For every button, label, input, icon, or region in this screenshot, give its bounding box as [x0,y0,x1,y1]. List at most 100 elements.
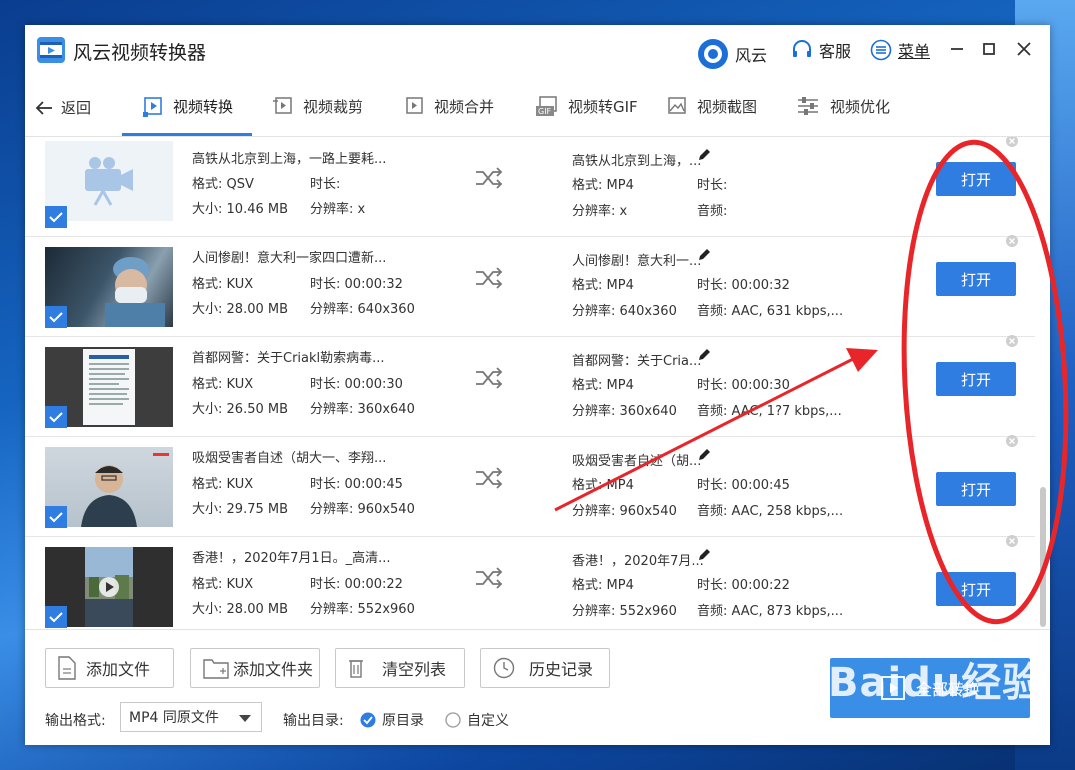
open-button[interactable]: 打开 [936,472,1016,506]
video-crop-icon [273,97,292,114]
remove-item-icon[interactable] [1006,335,1018,347]
chevron-down-icon [239,715,251,722]
open-button[interactable]: 打开 [936,572,1016,606]
output-resolution: 分辨率: x [572,204,628,219]
service-button[interactable]: 客服 [791,38,851,62]
title-bar: 风云视频转换器 风云 客服 菜单 [25,25,1050,75]
tab-label: 视频优化 [830,97,891,116]
output-audio: 音频: AAC, 631 kbps,... [697,304,844,319]
source-duration: 时长: [310,177,341,192]
dir-custom-radio[interactable]: 自定义 [445,710,509,730]
source-duration: 时长: 00:00:22 [310,577,403,592]
file-row: 首都网警：关于Criakl勒索病毒... 格式: KUX 时长: 00:00:3… [25,335,1035,437]
output-duration: 时长: 00:00:30 [697,378,790,393]
output-format: 格式: MP4 [572,578,634,593]
tab-video-crop[interactable]: 视频裁剪 [273,95,363,117]
output-duration: 时长: 00:00:45 [697,478,790,493]
app-title: 风云视频转换器 [73,42,207,64]
output-format: 格式: MP4 [572,378,634,393]
output-file-name: 香港！，2020年7月... [572,554,704,569]
maximize-icon[interactable] [977,37,1001,61]
checkbox-checked-icon[interactable] [45,606,67,628]
close-window-icon[interactable] [1012,37,1036,61]
source-duration: 时长: 00:00:30 [310,377,403,392]
source-file-name: 首都网警：关于Criakl勒索病毒... [192,351,385,366]
output-resolution: 分辨率: 360x640 [572,404,677,419]
brand-logo-icon [698,39,728,69]
minimize-icon[interactable] [945,37,969,61]
output-format: 格式: MP4 [572,178,634,193]
remove-item-icon[interactable] [1006,137,1018,147]
source-format: 格式: QSV [192,177,254,192]
remove-item-icon[interactable] [1006,235,1018,247]
edit-name-icon[interactable] [697,348,711,362]
open-button[interactable]: 打开 [936,162,1016,196]
tab-label: 视频合并 [434,97,495,116]
output-resolution: 分辨率: 640x360 [572,304,677,319]
checkbox-checked-icon[interactable] [45,206,67,228]
shuffle-convert-icon [476,167,503,189]
radio-unchecked-icon [445,712,461,728]
checkbox-checked-icon[interactable] [45,406,67,428]
radio-checked-icon [360,712,376,728]
output-resolution: 分辨率: 552x960 [572,604,677,619]
dir-original-radio[interactable]: 原目录 [360,710,424,730]
source-size: 大小: 28.00 MB [192,602,289,617]
remove-item-icon[interactable] [1006,535,1018,547]
source-file-name: 香港！，2020年7月1日。_高清... [192,551,391,566]
source-resolution: 分辨率: 640x360 [310,302,415,317]
add-folder-icon [203,659,229,679]
clear-list-button[interactable]: 清空列表 [335,648,465,688]
edit-name-icon[interactable] [697,548,711,562]
history-label: 历史记录 [529,660,594,679]
add-folder-label: 添加文件夹 [233,660,314,679]
file-row: 吸烟受害者自述（胡大一、李翔... 格式: KUX 时长: 00:00:45 大… [25,435,1035,537]
source-format: 格式: KUX [192,277,254,292]
shuffle-convert-icon [476,567,503,589]
remove-item-icon[interactable] [1006,435,1018,447]
source-file-name: 高铁从北京到上海，一路上要耗... [192,152,387,167]
add-folder-button[interactable]: 添加文件夹 [190,648,320,688]
source-format: 格式: KUX [192,477,254,492]
output-format-select[interactable]: MP4 同原文件 [120,702,262,732]
edit-name-icon[interactable] [697,148,711,162]
app-window: 风云视频转换器 风云 客服 菜单 返回 视频转换 视频裁剪 视频合并 GIF 视… [25,25,1050,745]
edit-name-icon[interactable] [697,248,711,262]
checkbox-checked-icon[interactable] [45,306,67,328]
edit-name-icon[interactable] [697,448,711,462]
tab-video-optimize[interactable]: 视频优化 [796,95,890,117]
add-file-label: 添加文件 [86,660,151,679]
output-format: 格式: MP4 [572,478,634,493]
output-format-value: MP4 同原文件 [129,710,219,726]
tab-label: 视频截图 [697,97,758,116]
source-size: 大小: 29.75 MB [192,502,289,517]
source-resolution: 分辨率: 960x540 [310,502,415,517]
output-duration: 时长: [697,178,728,193]
menu-label: 菜单 [898,42,931,61]
output-format: 格式: MP4 [572,278,634,293]
list-scrollbar[interactable] [1040,487,1046,627]
source-format: 格式: KUX [192,377,254,392]
add-file-button[interactable]: 添加文件 [45,648,174,688]
tab-video-screenshot[interactable]: 视频截图 [667,95,757,117]
brand-label: 风云 [735,46,768,65]
tab-video-merge[interactable]: 视频合并 [404,95,494,117]
tab-label: 视频转换 [173,97,234,116]
tab-label: 视频裁剪 [303,97,364,116]
back-button[interactable]: 返回 [35,97,91,118]
brand-link[interactable]: 风云 [697,38,767,70]
open-button[interactable]: 打开 [936,262,1016,296]
source-format: 格式: KUX [192,577,254,592]
menu-button[interactable]: 菜单 [870,38,930,62]
history-button[interactable]: 历史记录 [480,648,610,688]
tab-video-convert[interactable]: 视频转换 [143,95,233,117]
source-resolution: 分辨率: 552x960 [310,602,415,617]
service-label: 客服 [819,42,852,61]
file-row: 香港！，2020年7月1日。_高清... 格式: KUX 时长: 00:00:2… [25,535,1035,629]
tab-video-to-gif[interactable]: GIF 视频转GIF [536,95,638,117]
shuffle-convert-icon [476,367,503,389]
output-file-name: 高铁从北京到上海，... [572,154,702,169]
open-button[interactable]: 打开 [936,362,1016,396]
checkbox-checked-icon[interactable] [45,506,67,528]
app-logo-icon [37,37,65,63]
